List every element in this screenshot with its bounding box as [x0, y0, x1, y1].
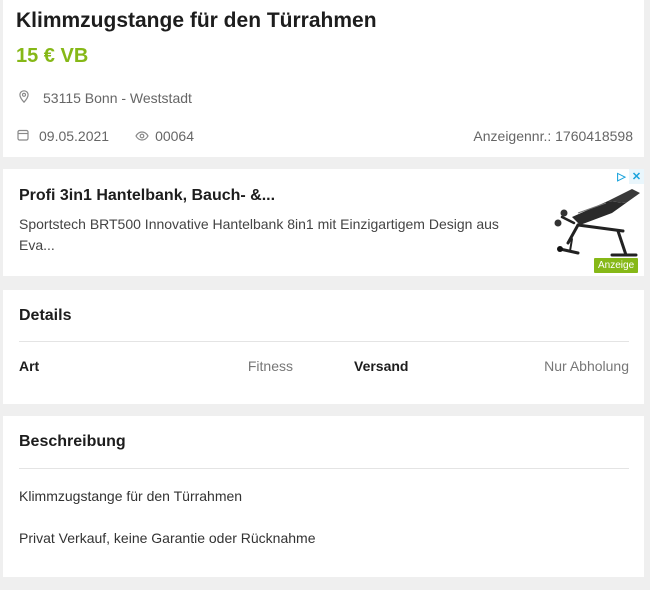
eye-icon	[135, 128, 149, 144]
detail-key-versand: Versand	[354, 358, 409, 374]
description-card: Beschreibung Klimmzugstange für den Türr…	[3, 416, 644, 577]
adchoices-icon[interactable]: ▷	[614, 169, 629, 184]
map-pin-icon	[19, 90, 29, 106]
listing-views: 00064	[135, 128, 194, 144]
listing-price: 15 € VB	[16, 45, 89, 67]
detail-key-art: Art	[19, 358, 40, 374]
views-count: 00064	[155, 128, 195, 144]
description-divider	[19, 468, 629, 469]
close-icon[interactable]: ✕	[629, 169, 644, 184]
detail-value-art: Fitness	[247, 358, 293, 374]
listing-meta: 09.05.2021 00064 Anzeigennr.: 1760418598	[17, 127, 633, 145]
ad-label-badge: Anzeige	[594, 258, 639, 273]
details-card: Details Art Fitness Versand Nur Abholung	[3, 290, 644, 404]
details-heading: Details	[19, 307, 72, 324]
description-line: Privat Verkauf, keine Garantie oder Rück…	[19, 530, 316, 546]
date-text: 09.05.2021	[39, 128, 110, 144]
listing-title: Klimmzugstange für den Türrahmen	[16, 9, 377, 32]
calendar-icon	[17, 128, 29, 144]
sponsored-ad-card[interactable]: Profi 3in1 Hantelbank, Bauch- &... Sport…	[3, 169, 644, 276]
listing-date: 09.05.2021	[17, 128, 109, 144]
ad-description[interactable]: Sportstech BRT500 Innovative Hantelbank …	[19, 214, 519, 256]
ad-choices[interactable]: ▷ ✕	[614, 169, 644, 184]
ad-number: Anzeigennr.: 1760418598	[473, 128, 633, 144]
ad-title[interactable]: Profi 3in1 Hantelbank, Bauch- &...	[19, 187, 275, 205]
listing-location[interactable]: 53115 Bonn - Weststadt	[19, 89, 192, 107]
listing-header-card: Klimmzugstange für den Türrahmen 15 € VB…	[3, 0, 644, 157]
detail-value-versand: Nur Abholung	[544, 358, 629, 374]
details-divider	[19, 341, 629, 342]
description-heading: Beschreibung	[19, 433, 126, 450]
location-text: 53115 Bonn - Weststadt	[43, 90, 192, 106]
ad-product-image[interactable]	[548, 183, 644, 267]
description-line: Klimmzugstange für den Türrahmen	[19, 488, 243, 504]
